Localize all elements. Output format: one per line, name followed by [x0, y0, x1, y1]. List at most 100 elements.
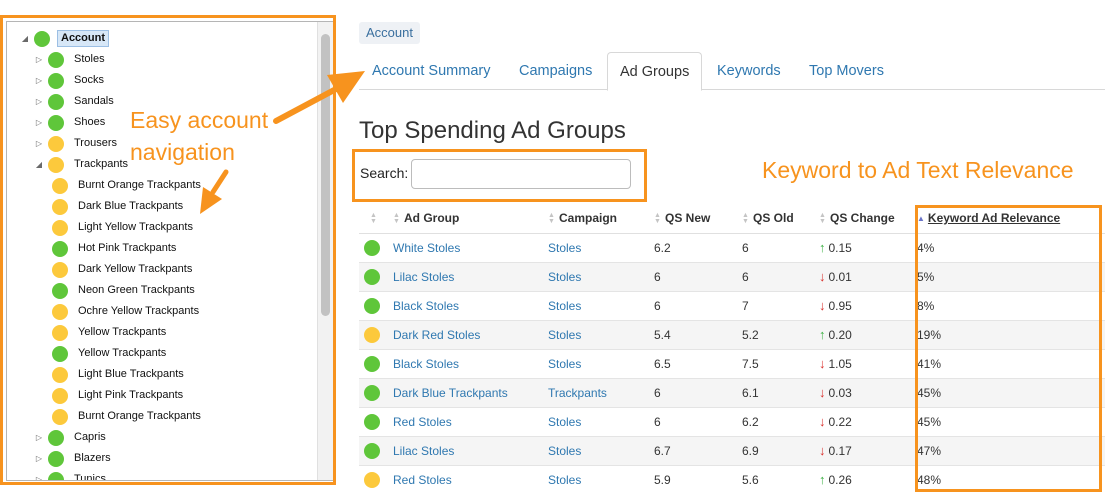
tree-scrollbar-thumb[interactable] [321, 34, 330, 316]
header-ad-group[interactable]: ▲ ▼ Ad Group [393, 203, 548, 234]
triangle-right-icon[interactable]: ▷ [34, 475, 44, 480]
tree-item-label[interactable]: Dark Yellow Trackpants [75, 262, 195, 277]
tree-item[interactable]: ▷ Capris [34, 427, 109, 448]
tree-item-label[interactable]: Dark Blue Trackpants [75, 199, 186, 214]
ad-group-cell[interactable]: Lilac Stoles [393, 435, 548, 465]
tree-item-label[interactable]: Blazers [71, 451, 114, 466]
ad-group-link[interactable]: Lilac Stoles [393, 270, 454, 284]
triangle-right-icon[interactable]: ▷ [34, 454, 44, 463]
campaign-link[interactable]: Trackpants [548, 386, 607, 400]
campaign-cell[interactable]: Stoles [548, 435, 654, 465]
tree-item-label[interactable]: Tunics [71, 472, 109, 480]
tree-item-label[interactable]: Burnt Orange Trackpants [75, 409, 204, 424]
tree-item[interactable]: Light Pink Trackpants [52, 385, 186, 406]
tree-item[interactable]: ▷ Sandals [34, 91, 117, 112]
header-keyword-ad-relevance[interactable]: ▲ Keyword Ad Relevance [906, 203, 1105, 234]
header-qs-old[interactable]: ▲ ▼ QS Old [742, 203, 819, 234]
tree-item[interactable]: Burnt Orange Trackpants [52, 175, 204, 196]
tree-item-label[interactable]: Trousers [71, 136, 120, 151]
tree-item[interactable]: Hot Pink Trackpants [52, 238, 179, 259]
ad-group-cell[interactable]: White Stoles [393, 232, 548, 262]
triangle-right-icon[interactable]: ▷ [34, 118, 44, 127]
tree-item[interactable]: Light Yellow Trackpants [52, 217, 196, 238]
campaign-cell[interactable]: Stoles [548, 290, 654, 320]
tree-item-label[interactable]: Light Yellow Trackpants [75, 220, 196, 235]
campaign-link[interactable]: Stoles [548, 328, 581, 342]
tree-item-label[interactable]: Sandals [71, 94, 117, 109]
campaign-cell[interactable]: Stoles [548, 406, 654, 436]
triangle-down-icon[interactable]: ◢ [34, 160, 44, 169]
triangle-down-icon[interactable]: ◢ [20, 34, 30, 43]
tree-item-label[interactable]: Capris [71, 430, 109, 445]
header-campaign[interactable]: ▲ ▼ Campaign [548, 203, 654, 234]
breadcrumb[interactable]: Account [359, 22, 420, 44]
ad-group-link[interactable]: Lilac Stoles [393, 444, 454, 458]
ad-group-link[interactable]: Red Stoles [393, 473, 452, 487]
tree-item[interactable]: ◢ Account [20, 28, 109, 49]
ad-group-cell[interactable]: Black Stoles [393, 290, 548, 320]
campaign-cell[interactable]: Stoles [548, 261, 654, 291]
campaign-link[interactable]: Stoles [548, 270, 581, 284]
tree-item[interactable]: ▷ Shoes [34, 112, 108, 133]
header-qs-change[interactable]: ▲ ▼ QS Change [819, 203, 906, 234]
tab-account-summary[interactable]: Account Summary [360, 52, 502, 90]
ad-group-link[interactable]: Black Stoles [393, 357, 459, 371]
tree-item[interactable]: ▷ Socks [34, 70, 107, 91]
ad-group-link[interactable]: Black Stoles [393, 299, 459, 313]
campaign-link[interactable]: Stoles [548, 473, 581, 487]
tree-item-label[interactable]: Hot Pink Trackpants [75, 241, 179, 256]
tree-item-label[interactable]: Account [57, 30, 109, 47]
tree-item[interactable]: Neon Green Trackpants [52, 280, 198, 301]
tree-item[interactable]: ▷ Stoles [34, 49, 108, 70]
tree-item-label[interactable]: Burnt Orange Trackpants [75, 178, 204, 193]
tab-ad-groups[interactable]: Ad Groups [607, 52, 703, 91]
ad-group-link[interactable]: Dark Red Stoles [393, 328, 480, 342]
triangle-right-icon[interactable]: ▷ [34, 139, 44, 148]
tree-item-label[interactable]: Light Blue Trackpants [75, 367, 187, 382]
tab-keywords[interactable]: Keywords [705, 52, 793, 90]
campaign-cell[interactable]: Trackpants [548, 377, 654, 407]
tree-item-label[interactable]: Yellow Trackpants [75, 325, 169, 340]
header-status[interactable]: ▲ ▼ [359, 203, 393, 234]
tree-item[interactable]: Dark Blue Trackpants [52, 196, 186, 217]
campaign-link[interactable]: Stoles [548, 299, 581, 313]
tree-item-label[interactable]: Shoes [71, 115, 108, 130]
tree-item-label[interactable]: Trackpants [71, 157, 131, 172]
tree-scrollbar[interactable] [317, 22, 333, 480]
tree-item[interactable]: ▷ Tunics [34, 469, 109, 480]
campaign-cell[interactable]: Stoles [548, 319, 654, 349]
campaign-cell[interactable]: Stoles [548, 464, 654, 494]
search-input[interactable] [411, 159, 631, 189]
ad-group-link[interactable]: Dark Blue Trackpants [393, 386, 508, 400]
ad-group-cell[interactable]: Red Stoles [393, 464, 548, 494]
tree-item[interactable]: Ochre Yellow Trackpants [52, 301, 202, 322]
tab-top-movers[interactable]: Top Movers [797, 52, 896, 90]
campaign-link[interactable]: Stoles [548, 415, 581, 429]
ad-group-cell[interactable]: Dark Red Stoles [393, 319, 548, 349]
ad-group-cell[interactable]: Black Stoles [393, 348, 548, 378]
campaign-link[interactable]: Stoles [548, 444, 581, 458]
tree-item[interactable]: Yellow Trackpants [52, 322, 169, 343]
triangle-right-icon[interactable]: ▷ [34, 55, 44, 64]
tree-item[interactable]: ▷ Blazers [34, 448, 114, 469]
ad-group-link[interactable]: White Stoles [393, 241, 460, 255]
tab-campaigns[interactable]: Campaigns [507, 52, 604, 90]
campaign-link[interactable]: Stoles [548, 357, 581, 371]
tree-item[interactable]: ▷ Trousers [34, 133, 120, 154]
tree-item[interactable]: Dark Yellow Trackpants [52, 259, 195, 280]
tree-item[interactable]: ◢ Trackpants [34, 154, 131, 175]
tree-item[interactable]: Yellow Trackpants [52, 343, 169, 364]
campaign-link[interactable]: Stoles [548, 241, 581, 255]
tree-item-label[interactable]: Ochre Yellow Trackpants [75, 304, 202, 319]
triangle-right-icon[interactable]: ▷ [34, 433, 44, 442]
campaign-cell[interactable]: Stoles [548, 348, 654, 378]
ad-group-cell[interactable]: Dark Blue Trackpants [393, 377, 548, 407]
tree-item-label[interactable]: Light Pink Trackpants [75, 388, 186, 403]
tree-item[interactable]: Light Blue Trackpants [52, 364, 187, 385]
triangle-right-icon[interactable]: ▷ [34, 76, 44, 85]
tree-item-label[interactable]: Stoles [71, 52, 108, 67]
tree-item[interactable]: Burnt Orange Trackpants [52, 406, 204, 427]
header-qs-new[interactable]: ▲ ▼ QS New [654, 203, 742, 234]
ad-group-cell[interactable]: Lilac Stoles [393, 261, 548, 291]
tree-item-label[interactable]: Yellow Trackpants [75, 346, 169, 361]
